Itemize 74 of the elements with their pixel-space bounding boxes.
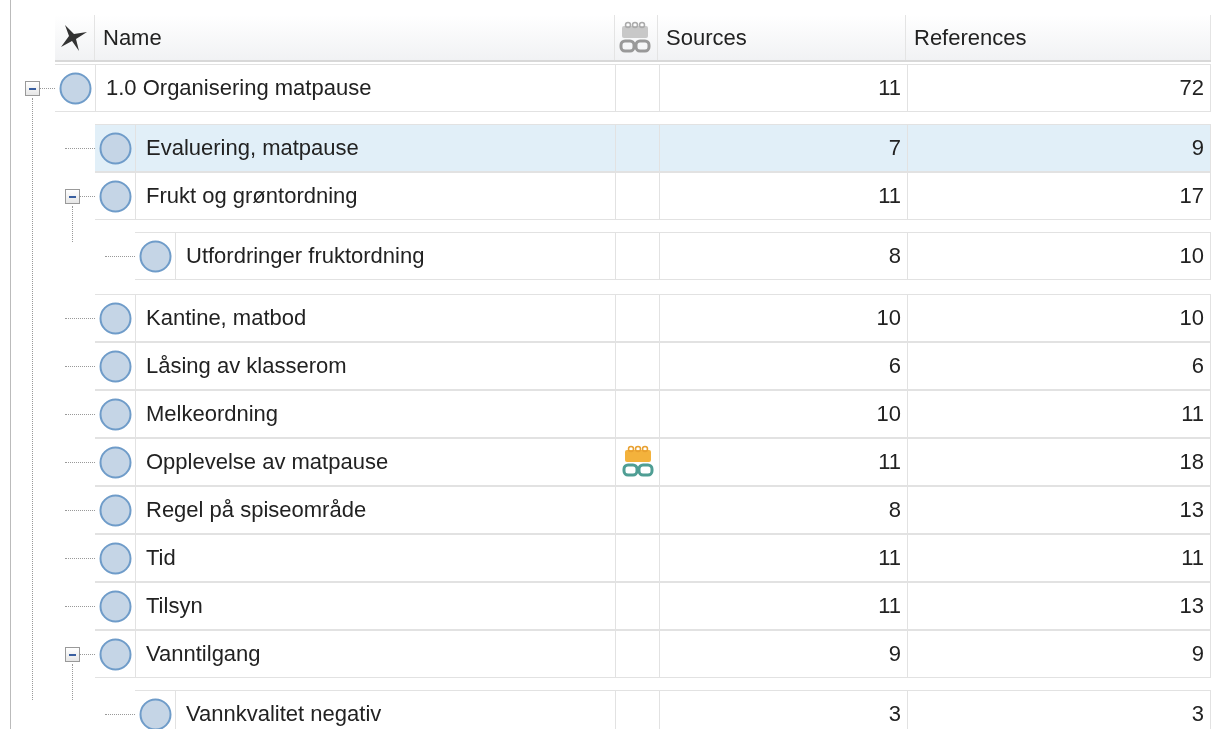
collapse-toggle[interactable]: [65, 189, 80, 204]
tree-row[interactable]: Frukt og grøntordning 11 17: [95, 172, 1211, 220]
node-name: Tilsyn: [136, 583, 616, 629]
node-icon: [98, 589, 132, 623]
tree-row[interactable]: 1.0 Organisering matpause 11 72: [55, 64, 1211, 112]
node-icon: [98, 131, 132, 165]
references-cell: 3: [908, 691, 1211, 729]
node-name: Utfordringer fruktordning: [176, 233, 616, 279]
node-name: Kantine, matbod: [136, 295, 616, 341]
node-name: Låsing av klasserom: [136, 343, 616, 389]
references-cell: 11: [908, 535, 1211, 581]
node-name: Vannkvalitet negativ: [176, 691, 616, 729]
sources-cell: 11: [660, 65, 908, 111]
tree-row[interactable]: Tid 11 11: [95, 534, 1211, 582]
node-name: Evaluering, matpause: [136, 125, 616, 171]
tree-row[interactable]: Kantine, matbod 10 10: [95, 294, 1211, 342]
node-name: 1.0 Organisering matpause: [96, 65, 616, 111]
node-icon: [138, 697, 172, 729]
node-name: Tid: [136, 535, 616, 581]
node-name: Melkeordning: [136, 391, 616, 437]
node-icon: [98, 541, 132, 575]
references-cell: 72: [908, 65, 1211, 111]
references-cell: 11: [908, 391, 1211, 437]
node-icon: [138, 239, 172, 273]
node-icon: [98, 637, 132, 671]
tree-row[interactable]: Vannkvalitet negativ 3 3: [135, 690, 1211, 729]
sources-cell: 9: [660, 631, 908, 677]
tree-row[interactable]: Regel på spiseområde 8 13: [95, 486, 1211, 534]
node-icon: [98, 179, 132, 213]
sources-cell: 8: [660, 233, 908, 279]
sources-cell: 11: [660, 173, 908, 219]
sources-cell: 8: [660, 487, 908, 533]
node-icon: [58, 71, 92, 105]
node-icon: [98, 397, 132, 431]
references-cell: 9: [908, 631, 1211, 677]
tree-row[interactable]: Låsing av klasserom 6 6: [95, 342, 1211, 390]
references-cell: 18: [908, 439, 1211, 485]
collapse-toggle[interactable]: [65, 647, 80, 662]
references-cell: 17: [908, 173, 1211, 219]
references-cell: 6: [908, 343, 1211, 389]
sources-cell: 3: [660, 691, 908, 729]
column-title[interactable]: Name: [103, 24, 162, 51]
node-name: Opplevelse av matpause: [136, 439, 616, 485]
tree-row[interactable]: Evaluering, matpause 7 9: [95, 124, 1211, 172]
sources-cell: 6: [660, 343, 908, 389]
references-cell: 13: [908, 487, 1211, 533]
node-icon: [98, 445, 132, 479]
linked-items-icon: [619, 20, 651, 55]
node-name: Frukt og grøntordning: [136, 173, 616, 219]
references-cell: 9: [908, 125, 1211, 171]
tree-row[interactable]: Tilsyn 11 13: [95, 582, 1211, 630]
tree-row[interactable]: Opplevelse av matpause 11 18: [95, 438, 1211, 486]
references-cell: 13: [908, 583, 1211, 629]
tree-row[interactable]: Melkeordning 10 11: [95, 390, 1211, 438]
node-icon: [98, 349, 132, 383]
sources-cell: 11: [660, 583, 908, 629]
tree-row[interactable]: Utfordringer fruktordning 8 10: [135, 232, 1211, 280]
sources-cell: 7: [660, 125, 908, 171]
node-icon: [98, 301, 132, 335]
references-cell: 10: [908, 295, 1211, 341]
column-title[interactable]: Sources: [666, 24, 747, 51]
node-name: Vanntilgang: [136, 631, 616, 677]
sources-cell: 11: [660, 535, 908, 581]
sources-cell: 11: [660, 439, 908, 485]
linked-items-icon: [621, 445, 654, 479]
node-name: Regel på spiseområde: [136, 487, 616, 533]
pin-icon: [59, 22, 89, 53]
column-title[interactable]: References: [914, 24, 1027, 51]
sources-cell: 10: [660, 391, 908, 437]
collapse-toggle[interactable]: [25, 81, 40, 96]
tree-row[interactable]: Vanntilgang 9 9: [95, 630, 1211, 678]
node-icon: [98, 493, 132, 527]
references-cell: 10: [908, 233, 1211, 279]
sources-cell: 10: [660, 295, 908, 341]
